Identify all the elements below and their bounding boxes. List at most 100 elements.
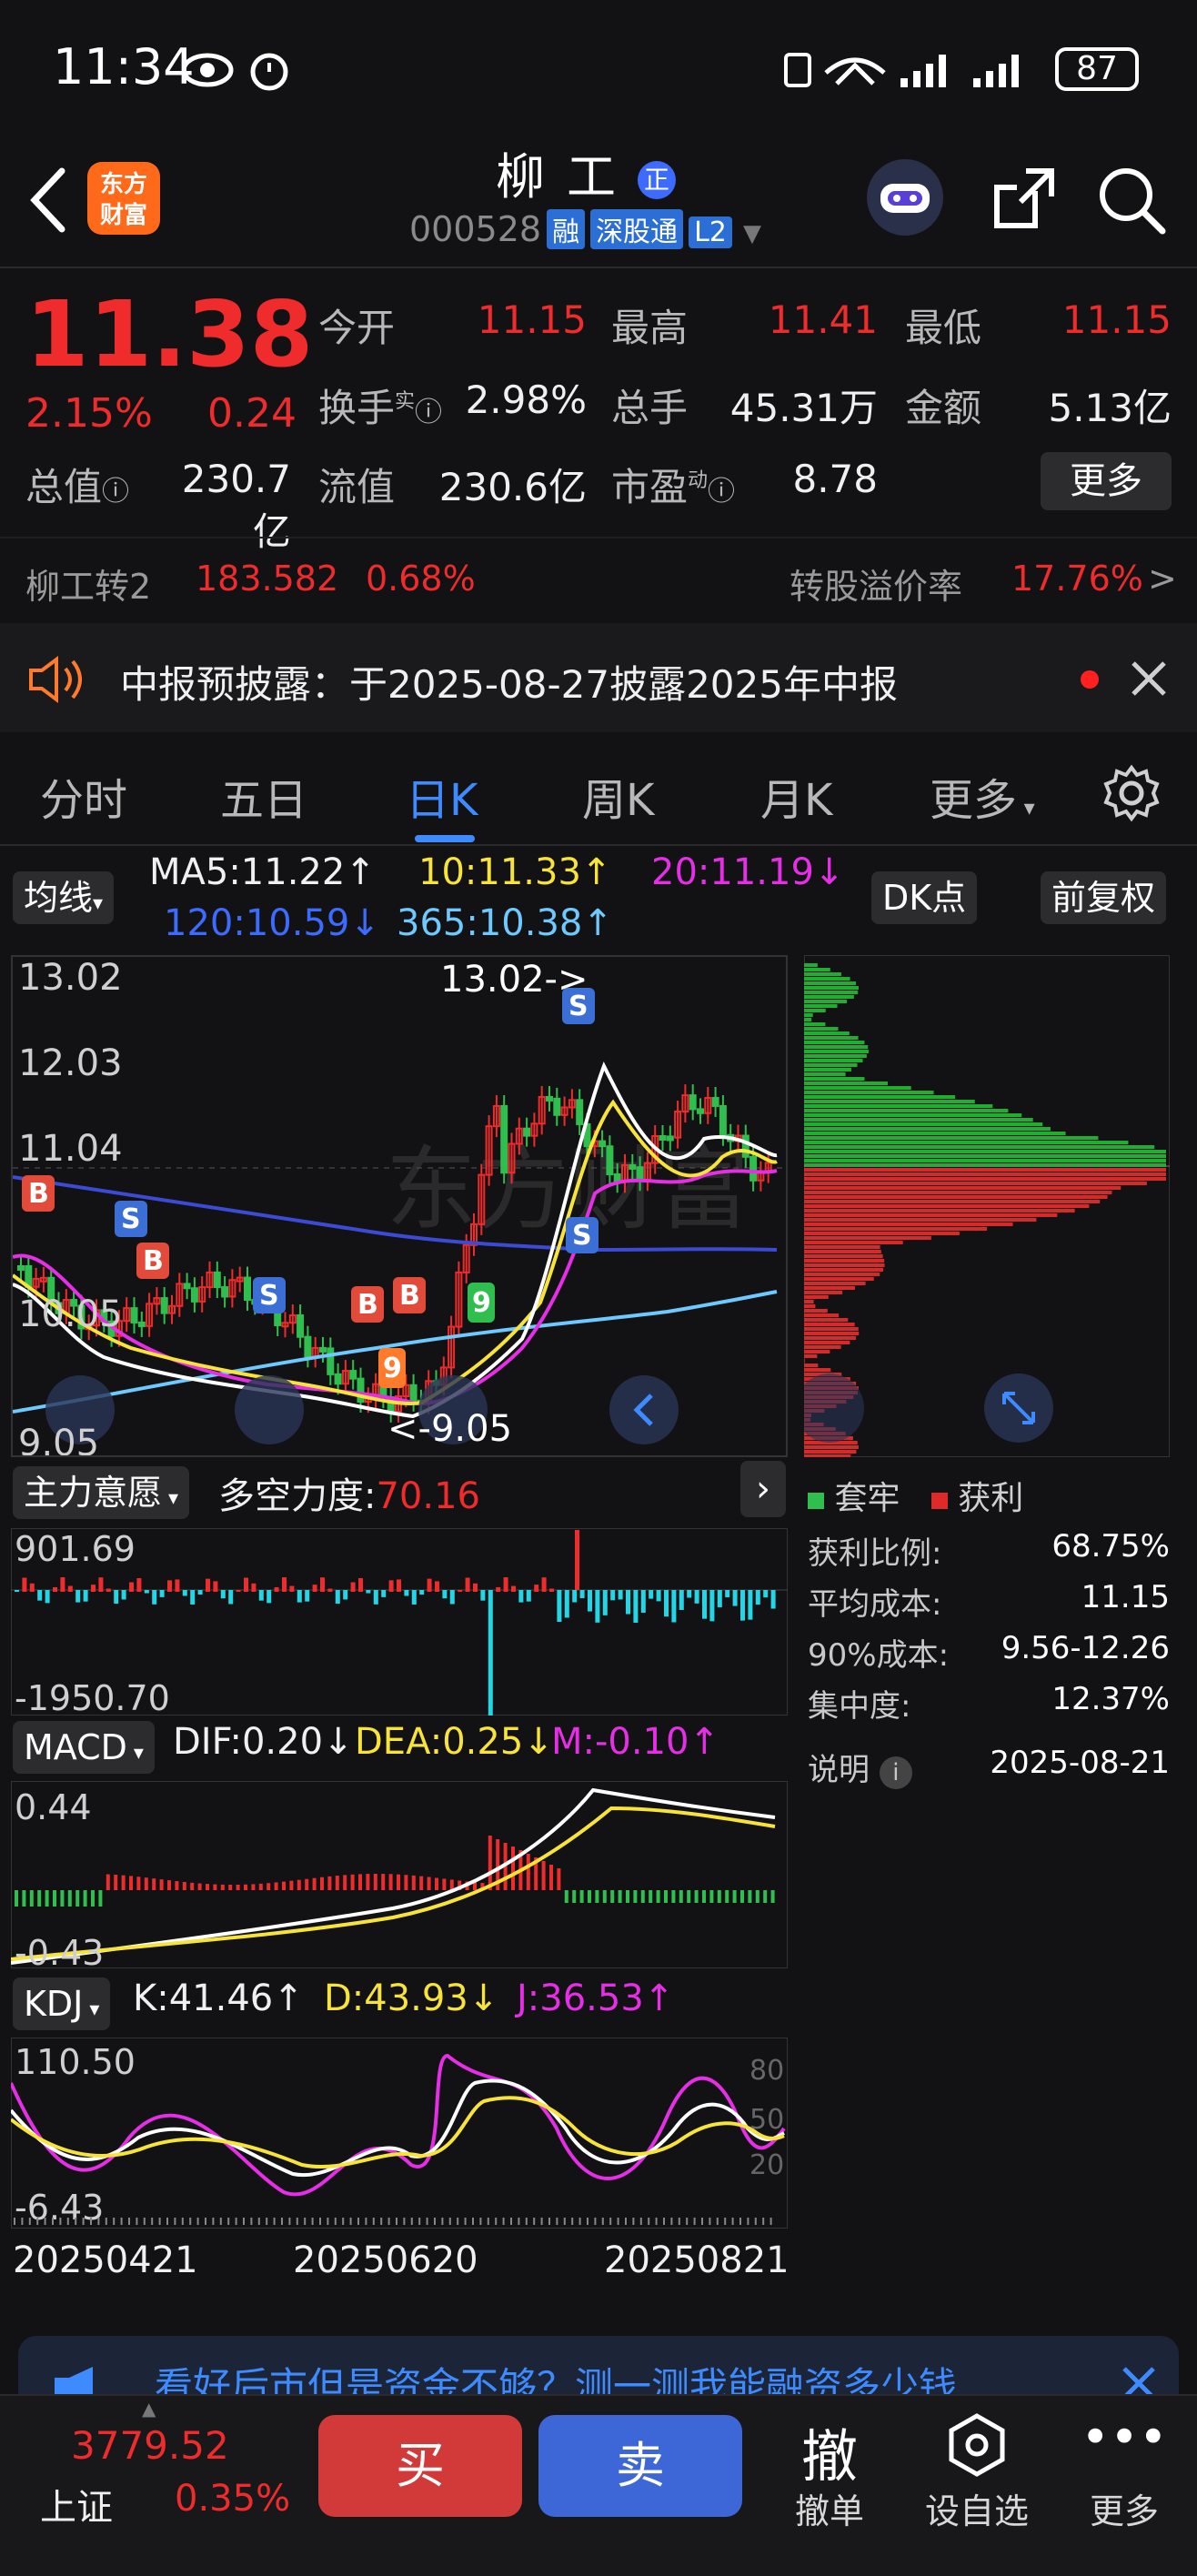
y-tick-3: 11.04: [18, 1128, 123, 1170]
svg-text:B: B: [399, 1280, 420, 1312]
sell-button[interactable]: 卖: [538, 2415, 742, 2517]
robot-assistant-icon[interactable]: [864, 156, 946, 238]
volume-value: 45.31万: [729, 386, 878, 430]
info-icon: i: [879, 1756, 912, 1789]
tab-5day[interactable]: 五日: [220, 764, 307, 828]
chip-date: 2025-08-21: [990, 1745, 1170, 1781]
more-dots-icon[interactable]: •••: [1070, 2409, 1179, 2466]
turnover-value: 2.98%: [465, 377, 587, 422]
index-value[interactable]: 3779.52: [71, 2423, 229, 2468]
stock-name: 柳工正: [496, 136, 676, 208]
tab-daily-k[interactable]: 日K: [406, 764, 478, 828]
speaker-icon: [29, 656, 82, 703]
pan-left-icon: [609, 1375, 679, 1444]
svg-text:-0.43: -0.43: [15, 1933, 104, 1968]
svg-text:B: B: [28, 1178, 49, 1210]
quote-panel: 11.38 2.15% 0.24 今开 11.15 最高 11.41 最低 11…: [0, 270, 1197, 554]
svg-text:B: B: [357, 1289, 378, 1321]
back-icon[interactable]: [25, 164, 71, 236]
chevron-right-icon: >: [1148, 558, 1177, 599]
kline-chart[interactable]: 东方财富 B S B S B B 9 9 S S 13.02 12.03 11.…: [11, 955, 788, 1457]
chip-note[interactable]: 说明 i: [808, 1745, 912, 1796]
date-mid: 20250620: [293, 2239, 478, 2281]
macd-dif: DIF:0.20↓: [173, 1721, 354, 1763]
ma5-value: MA5:11.22↑: [149, 851, 376, 893]
ma-selector[interactable]: 均线▾: [13, 871, 115, 924]
turnover-label: 换手实ⓘ: [318, 386, 443, 430]
more-button[interactable]: 更多: [1070, 2483, 1179, 2533]
low-value: 11.15: [1061, 297, 1172, 342]
flow-indicator-selector[interactable]: 主力意愿 ▾: [13, 1466, 190, 1519]
kdj-j: J:36.53↑: [517, 1977, 675, 2019]
stock-code-row[interactable]: 000528 融深股通 L2 ▼: [409, 209, 761, 249]
cancel-order-button[interactable]: 撤单: [775, 2483, 884, 2533]
ma20-value: 20:11.19↓: [651, 851, 845, 893]
expand-panel-button[interactable]: ›: [740, 1461, 786, 1517]
high-label: 最高: [611, 306, 689, 350]
open-value: 11.15: [477, 297, 587, 342]
info-icon: ⓘ: [415, 397, 443, 428]
watchlist-settings-button[interactable]: 设自选: [922, 2483, 1031, 2533]
macd-selector[interactable]: MACD ▾: [13, 1721, 155, 1774]
buy-button[interactable]: 买: [318, 2415, 522, 2517]
svg-text:110.50: 110.50: [15, 2042, 136, 2082]
svg-text:B: B: [143, 1245, 164, 1277]
tab-monthly-k[interactable]: 月K: [760, 764, 832, 828]
pe-value: 8.78: [792, 457, 878, 501]
premium-value: 17.76%: [1011, 558, 1143, 599]
share-icon[interactable]: [990, 164, 1059, 233]
adjust-price-toggle[interactable]: 前复权: [1041, 871, 1167, 924]
index-pct[interactable]: 0.35%: [175, 2478, 290, 2520]
svg-text:-1950.70: -1950.70: [15, 1678, 170, 1716]
dropdown-icon[interactable]: ▼: [743, 220, 761, 247]
mktcap-label: 总值ⓘ: [25, 465, 130, 509]
date-start: 20250421: [13, 2239, 198, 2281]
tab-more[interactable]: 更多 ▾: [930, 764, 1035, 828]
stock-header: 东方 财富 柳工正 000528 融深股通 L2 ▼: [0, 136, 1197, 268]
svg-text:S: S: [121, 1203, 141, 1235]
caret-up-icon: ▲: [142, 2398, 156, 2420]
ma10-value: 10:11.33↑: [418, 851, 612, 893]
convertible-bond-row[interactable]: 柳工转2 183.582 0.68% 转股溢价率 17.76% >: [0, 537, 1197, 623]
change-value: 0.24: [207, 390, 297, 437]
battery-indicator: 87: [1055, 47, 1139, 91]
kdj-selector[interactable]: KDJ ▾: [13, 1977, 111, 2030]
dk-point-toggle[interactable]: DK点: [871, 871, 978, 924]
close-icon[interactable]: [1130, 659, 1168, 698]
ma120-value: 120:10.59↓: [164, 902, 380, 944]
svg-text:80: 80: [749, 2055, 784, 2087]
info-icon: ⓘ: [708, 476, 736, 508]
low-label: 最低: [905, 306, 982, 350]
flow-histogram: 901.69 -1950.70: [11, 1528, 788, 1716]
official-badge: 正: [638, 161, 676, 200]
svg-text:50: 50: [749, 2104, 784, 2136]
tab-weekly-k[interactable]: 周K: [582, 764, 654, 828]
tag-margin: 融: [547, 209, 586, 249]
settings-gear-icon[interactable]: [1102, 764, 1161, 822]
amount-value: 5.13亿: [1048, 386, 1172, 430]
svg-text:0.44: 0.44: [15, 1787, 92, 1827]
notice-bar[interactable]: 中报预披露：于2025-08-27披露2025年中报: [0, 623, 1197, 732]
search-icon[interactable]: [1095, 164, 1168, 236]
index-name[interactable]: 上证: [40, 2478, 113, 2531]
svg-text:S: S: [259, 1280, 279, 1312]
cancel-order-icon[interactable]: 撤: [775, 2410, 884, 2492]
notice-text: 中报预披露：于2025-08-27披露2025年中报: [120, 662, 898, 707]
date-end: 20250821: [604, 2239, 790, 2281]
bond-pct: 0.68%: [366, 558, 476, 599]
flow-label: 多空力度:70.16: [218, 1475, 480, 1517]
info-icon: ⓘ: [102, 476, 130, 508]
change-pct: 2.15%: [25, 390, 153, 437]
volume-label: 总手: [611, 386, 689, 430]
status-bar: 11:34 87: [0, 0, 1197, 136]
chip-legend: 套牢 获利: [808, 1472, 1023, 1519]
tab-intraday[interactable]: 分时: [40, 764, 127, 828]
more-quote-button[interactable]: 更多: [1041, 452, 1172, 510]
active-tab-indicator: [415, 835, 475, 842]
tag-connect: 深股通: [590, 209, 684, 249]
kdj-chart: 110.50 -6.43 80 50 20: [11, 2038, 788, 2229]
svg-text:S: S: [572, 1220, 592, 1252]
tag-l2: L2: [689, 216, 732, 248]
trough-label: <-9.05: [387, 1408, 512, 1450]
watchlist-settings-icon[interactable]: [948, 2412, 1006, 2478]
